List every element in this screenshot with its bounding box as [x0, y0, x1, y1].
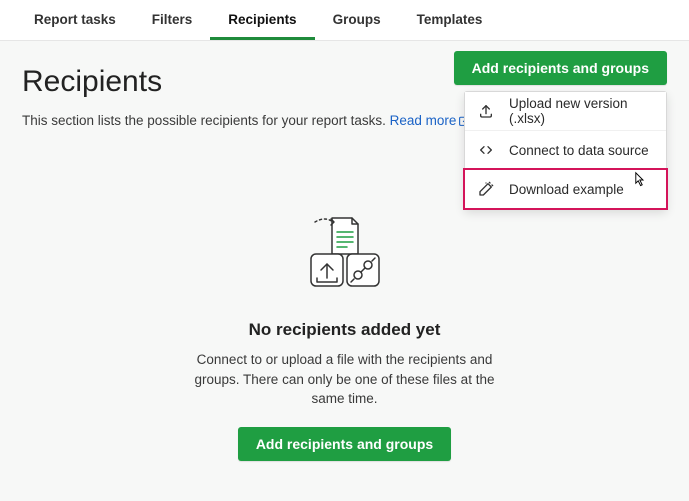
upload-icon [477, 102, 495, 120]
subtitle-text: This section lists the possible recipien… [22, 113, 390, 128]
add-recipients-button[interactable]: Add recipients and groups [454, 51, 667, 85]
tab-groups[interactable]: Groups [315, 0, 399, 40]
empty-state-illustration [22, 210, 667, 300]
menu-item-label: Connect to data source [509, 143, 649, 158]
menu-item-label: Upload new version (.xlsx) [509, 96, 654, 126]
add-recipients-button-center[interactable]: Add recipients and groups [238, 427, 451, 461]
read-more-link[interactable]: Read more [390, 113, 472, 128]
tab-report-tasks[interactable]: Report tasks [16, 0, 134, 40]
menu-connect-data-source[interactable]: Connect to data source [465, 131, 666, 170]
menu-upload-new-version[interactable]: Upload new version (.xlsx) [465, 92, 666, 131]
dropdown-menu: Upload new version (.xlsx) Connect to da… [464, 91, 667, 209]
empty-state-description: Connect to or upload a file with the rec… [190, 350, 500, 409]
tab-recipients[interactable]: Recipients [210, 0, 314, 40]
code-icon [477, 141, 495, 159]
empty-state: No recipients added yet Connect to or up… [22, 210, 667, 461]
menu-download-example[interactable]: Download example [465, 170, 666, 208]
magic-wand-icon [477, 180, 495, 198]
tab-bar: Report tasks Filters Recipients Groups T… [0, 0, 689, 41]
tab-filters[interactable]: Filters [134, 0, 211, 40]
menu-item-label: Download example [509, 182, 624, 197]
empty-state-title: No recipients added yet [22, 320, 667, 340]
tab-templates[interactable]: Templates [399, 0, 501, 40]
